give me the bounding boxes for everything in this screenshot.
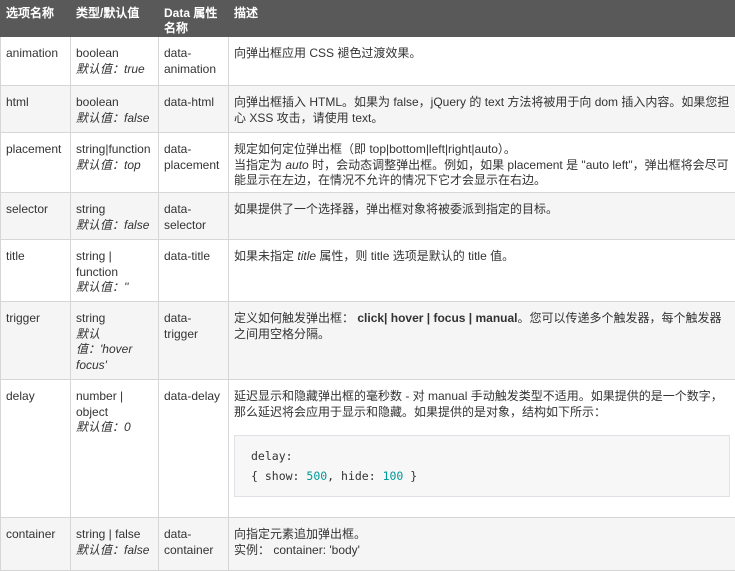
- option-description: 延迟显示和隐藏弹出框的毫秒数 - 对 manual 手动触发类型不适用。如果提供…: [229, 380, 735, 518]
- table-header-row: 选项名称 类型/默认值 Data 属性名称 描述: [1, 1, 735, 37]
- table-row: title string | function 默认值：'' data-titl…: [1, 240, 735, 302]
- option-data-attribute: data-placement: [159, 133, 229, 193]
- table-row: trigger string 默认值：'hover focus' data-tr…: [1, 302, 735, 380]
- option-default: 默认值：false: [76, 111, 153, 127]
- option-description: 定义如何触发弹出框： click| hover | focus | manual…: [229, 302, 735, 380]
- option-data-attribute: data-trigger: [159, 302, 229, 380]
- option-type: string 默认值：'hover focus': [71, 302, 159, 380]
- option-name: html: [1, 86, 71, 133]
- option-description: 规定如何定位弹出框（即 top|bottom|left|right|auto）。…: [229, 133, 735, 193]
- option-default: 默认值：'hover focus': [76, 327, 153, 374]
- table-row: html boolean 默认值：false data-html 向弹出框插入 …: [1, 86, 735, 133]
- option-default: 默认值：'': [76, 280, 153, 296]
- options-table: 选项名称 类型/默认值 Data 属性名称 描述 animation boole…: [0, 0, 735, 571]
- option-name: delay: [1, 380, 71, 518]
- option-name: placement: [1, 133, 71, 193]
- header-type-default: 类型/默认值: [71, 1, 159, 37]
- option-data-attribute: data-html: [159, 86, 229, 133]
- option-default: 默认值：true: [76, 62, 153, 78]
- option-type: string | false 默认值：false: [71, 518, 159, 571]
- header-option-name: 选项名称: [1, 1, 71, 37]
- option-data-attribute: data-selector: [159, 193, 229, 240]
- option-description: 如果提供了一个选择器，弹出框对象将被委派到指定的目标。: [229, 193, 735, 240]
- option-name: title: [1, 240, 71, 302]
- option-default: 默认值：false: [76, 543, 153, 559]
- option-name: animation: [1, 37, 71, 86]
- option-data-attribute: data-animation: [159, 37, 229, 86]
- option-name: selector: [1, 193, 71, 240]
- option-name: container: [1, 518, 71, 571]
- table-row: placement string|function 默认值：top data-p…: [1, 133, 735, 193]
- option-default: 默认值：top: [76, 158, 153, 174]
- option-type: string|function 默认值：top: [71, 133, 159, 193]
- option-type: string 默认值：false: [71, 193, 159, 240]
- code-example: delay: { show: 500, hide: 100 }: [234, 435, 730, 497]
- option-default: 默认值：false: [76, 218, 153, 234]
- option-type: boolean 默认值：false: [71, 86, 159, 133]
- option-type: number | object 默认值：0: [71, 380, 159, 518]
- option-data-attribute: data-title: [159, 240, 229, 302]
- option-type: boolean 默认值：true: [71, 37, 159, 86]
- table-row: container string | false 默认值：false data-…: [1, 518, 735, 571]
- option-name: trigger: [1, 302, 71, 380]
- header-data-attribute: Data 属性名称: [159, 1, 229, 37]
- table-row: selector string 默认值：false data-selector …: [1, 193, 735, 240]
- option-type: string | function 默认值：'': [71, 240, 159, 302]
- table-row: delay number | object 默认值：0 data-delay 延…: [1, 380, 735, 518]
- option-description: 向弹出框应用 CSS 褪色过渡效果。: [229, 37, 735, 86]
- header-description: 描述: [229, 1, 735, 37]
- option-description: 如果未指定 title 属性，则 title 选项是默认的 title 值。: [229, 240, 735, 302]
- option-description: 向指定元素追加弹出框。 实例： container: 'body': [229, 518, 735, 571]
- option-data-attribute: data-delay: [159, 380, 229, 518]
- option-default: 默认值：0: [76, 420, 153, 436]
- table-row: animation boolean 默认值：true data-animatio…: [1, 37, 735, 86]
- option-description: 向弹出框插入 HTML。如果为 false，jQuery 的 text 方法将被…: [229, 86, 735, 133]
- option-data-attribute: data-container: [159, 518, 229, 571]
